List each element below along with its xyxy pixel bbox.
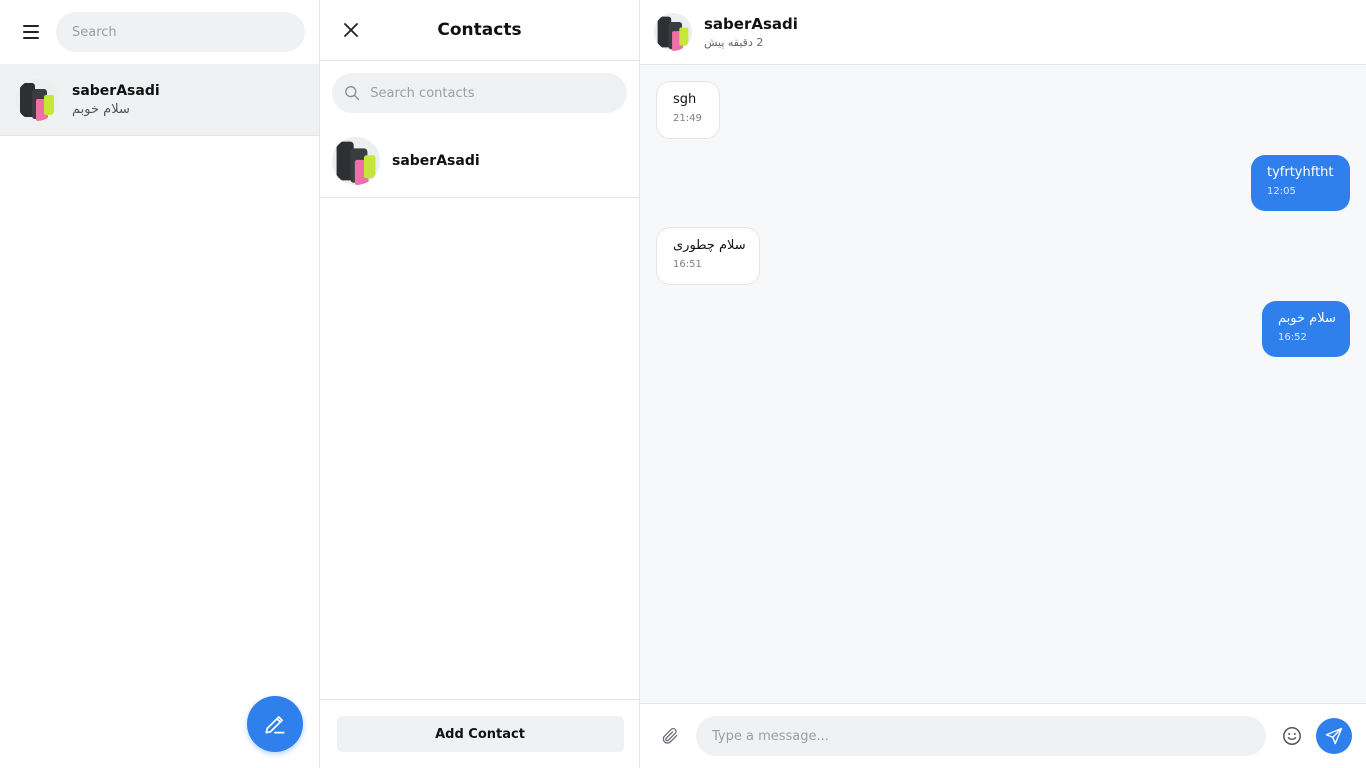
send-button[interactable] [1316,718,1352,754]
message-bubble-incoming: sgh 21:49 [656,81,720,139]
message-list: sgh 21:49 tyfrtyhftht 12:05 سلام چطوری 1… [640,65,1366,703]
avatar [332,137,380,185]
message-text: سلام چطوری [673,238,746,253]
contacts-panel: Contacts saberAsadi Add Contact [320,0,640,768]
conversation-panel: saberAsadi 2 دقیقه پیش sgh 21:49 tyfrtyh… [640,0,1366,768]
compose-button[interactable] [247,696,303,752]
message-bubble-outgoing: سلام خوبم 16:52 [1262,301,1350,357]
search-icon [345,86,360,100]
paperclip-icon[interactable] [658,724,682,748]
chat-list-sidebar: saberAsadi سلام خوبم [0,0,320,768]
chat-item-preview: سلام خوبم [72,101,130,117]
message-text: sgh [673,92,697,107]
message-input[interactable] [696,716,1266,756]
sidebar-header [0,0,319,64]
avatar [654,13,692,51]
contact-list-item[interactable]: saberAsadi [320,125,639,198]
chat-search-input[interactable] [72,24,289,40]
message-text: tyfrtyhftht [1267,165,1334,180]
contacts-footer: Add Contact [320,699,640,768]
message-time: 16:51 [673,259,702,270]
contact-name: saberAsadi [392,153,480,169]
message-composer [640,703,1366,768]
message-bubble-outgoing: tyfrtyhftht 12:05 [1251,155,1350,211]
contact-search-field[interactable] [332,73,627,113]
message-time: 16:52 [1278,332,1307,343]
chat-search-field[interactable] [56,12,305,52]
chat-list-item[interactable]: saberAsadi سلام خوبم [0,64,319,136]
message-text: سلام خوبم [1278,311,1336,326]
chat-item-name: saberAsadi [72,82,160,99]
conversation-name: saberAsadi [704,15,798,33]
last-seen-status: 2 دقیقه پیش [704,36,764,49]
contact-search-input[interactable] [370,85,615,101]
conversation-header[interactable]: saberAsadi 2 دقیقه پیش [640,0,1366,65]
send-icon [1325,727,1343,745]
pencil-icon [265,716,285,734]
emoji-icon[interactable] [1280,724,1304,748]
message-time: 21:49 [673,113,702,124]
message-time: 12:05 [1267,186,1296,197]
close-icon[interactable] [340,19,362,41]
message-bubble-incoming: سلام چطوری 16:51 [656,227,760,285]
add-contact-button[interactable]: Add Contact [336,716,624,752]
contacts-header: Contacts [320,0,639,61]
contacts-title: Contacts [437,20,522,40]
hamburger-menu-icon[interactable] [20,21,42,43]
avatar [16,78,58,121]
